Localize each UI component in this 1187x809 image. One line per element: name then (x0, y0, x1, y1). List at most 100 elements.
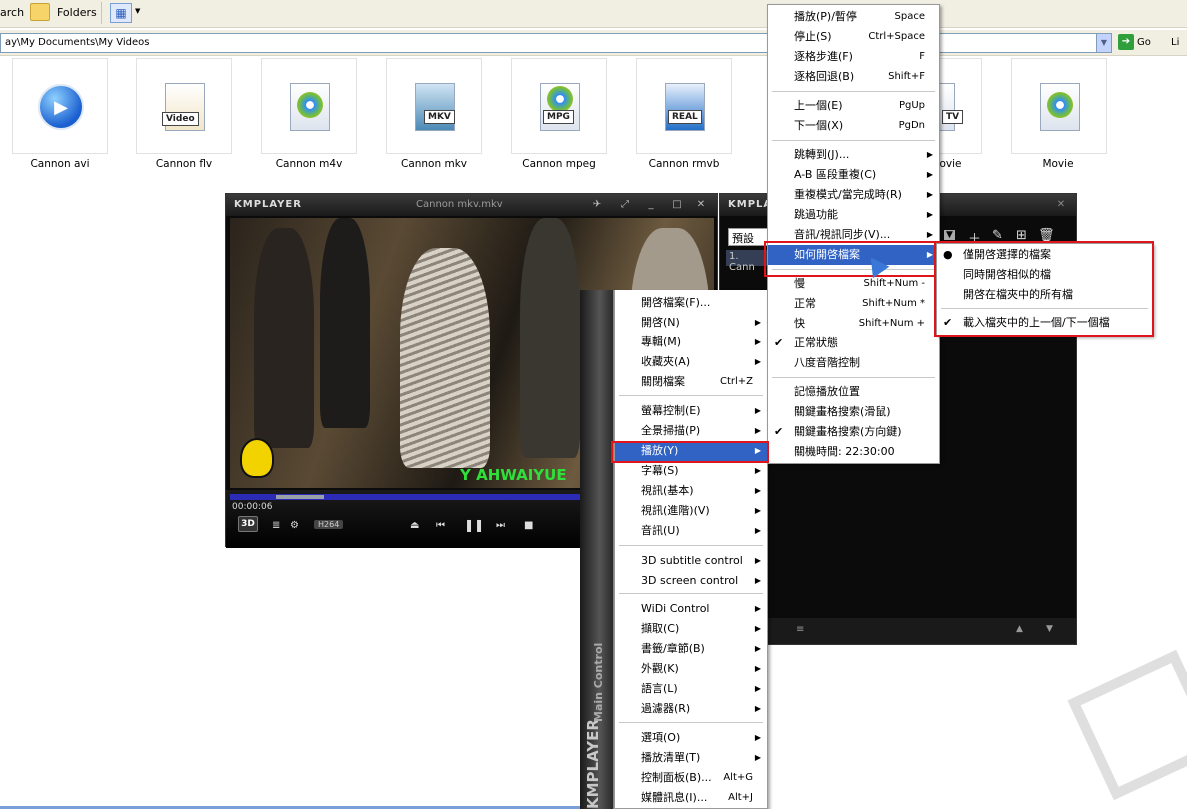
next-icon[interactable]: ⏭ (496, 520, 505, 531)
main-menu-item[interactable]: 過濾器(R) ▶ (615, 699, 767, 719)
main-menu-item[interactable]: 音訊(U) ▶ (615, 521, 767, 541)
go-button[interactable]: ➔ Go (1118, 34, 1151, 50)
main-menu-item[interactable]: 擷取(C) ▶ (615, 619, 767, 639)
play-menu-item-label: 關機時間: 22:30:00 (794, 445, 895, 458)
pin-icon[interactable]: ✈ (590, 198, 604, 212)
chevron-down-icon[interactable]: ▼ (135, 7, 140, 15)
play-menu-item[interactable]: 關鍵畫格搜索(滑鼠) (768, 402, 939, 422)
main-menu-item[interactable]: 語言(L) ▶ (615, 679, 767, 699)
play-menu-item[interactable]: 跳過功能 ▶ (768, 205, 939, 225)
play-menu-item[interactable]: 播放(P)/暫停 Space (768, 7, 939, 27)
main-menu-item[interactable]: 全景掃描(P) ▶ (615, 421, 767, 441)
file-label[interactable]: Cannon flv (124, 158, 244, 170)
links-label[interactable]: Li (1171, 37, 1179, 48)
main-menu-item-label: 專輯(M) (641, 335, 682, 348)
move-down-icon[interactable]: ▼ (1046, 624, 1053, 634)
play-menu-item[interactable]: ✔ 關鍵畫格搜索(方向鍵) (768, 422, 939, 442)
main-menu-item[interactable]: 選項(O) ▶ (615, 728, 767, 748)
address-input[interactable]: ay\My Documents\My Videos (0, 33, 1112, 53)
address-dropdown-icon[interactable]: ▼ (1096, 33, 1112, 53)
file-thumbnail[interactable]: MKV (386, 58, 482, 154)
main-menu-item[interactable]: 字幕(S) ▶ (615, 461, 767, 481)
file-thumbnail[interactable]: Video (136, 58, 232, 154)
file-label[interactable]: Movie (998, 158, 1118, 170)
kmplayer-logo: KMPLAYER (234, 199, 302, 210)
gear-icon[interactable]: ⚙ (290, 520, 299, 531)
main-control-caption: Main Control (592, 642, 605, 722)
playlist-toggle-icon[interactable]: ≣ (272, 520, 280, 531)
submenu-arrow-icon: ▶ (754, 556, 761, 565)
eject-icon[interactable]: ⏏ (410, 520, 419, 531)
search-button[interactable]: arch (0, 6, 24, 19)
folders-button[interactable]: Folders (57, 6, 97, 19)
play-menu-item[interactable]: 上一個(E) PgUp (768, 96, 939, 116)
play-menu-item[interactable]: 關機時間: 22:30:00 (768, 442, 939, 462)
main-menu-item[interactable]: WiDi Control ▶ (615, 599, 767, 619)
stop-icon[interactable]: ■ (524, 520, 533, 531)
file-label[interactable]: Cannon rmvb (624, 158, 744, 170)
file-thumbnail[interactable] (261, 58, 357, 154)
main-menu-item-label: 螢幕控制(E) (641, 404, 701, 417)
main-menu-item[interactable]: 媒體訊息(I)... Alt+J (615, 788, 767, 808)
play-menu-item[interactable]: 正常 Shift+Num * (768, 294, 939, 314)
play-menu-item[interactable]: ✔ 正常狀態 (768, 333, 939, 353)
file-thumbnail[interactable] (1011, 58, 1107, 154)
file-thumbnail[interactable]: ▶ (12, 58, 108, 154)
play-menu-item[interactable]: 下一個(X) PgDn (768, 116, 939, 136)
previous-icon[interactable]: ⏮ (436, 520, 445, 531)
main-menu-item[interactable]: 收藏夾(A) ▶ (615, 352, 767, 372)
play-menu-item[interactable]: 跳轉到(J)... ▶ (768, 145, 939, 165)
main-menu-item[interactable]: 視訊(進階)(V) ▶ (615, 501, 767, 521)
file-thumbnail[interactable]: MPG (511, 58, 607, 154)
move-up-icon[interactable]: ▲ (1016, 624, 1023, 634)
preset-dropdown-icon[interactable]: ▼ (944, 230, 955, 240)
preset-select[interactable]: 預設 (728, 228, 768, 246)
file-label[interactable]: Cannon mpeg (499, 158, 619, 170)
file-label[interactable]: Cannon avi (0, 158, 120, 170)
main-menu-item[interactable]: 開啓檔案(F)... (615, 293, 767, 313)
views-icon[interactable]: ▦ (110, 3, 132, 23)
highlight-box (934, 241, 1154, 337)
main-menu-item[interactable]: 3D screen control ▶ (615, 571, 767, 591)
play-menu-item[interactable]: 快 Shift+Num + (768, 314, 939, 334)
play-menu-item-label: 關鍵畫格搜索(滑鼠) (794, 405, 891, 418)
play-menu-item[interactable]: A-B 區段重複(C) ▶ (768, 165, 939, 185)
minimize-icon[interactable]: _ (644, 198, 658, 212)
close-icon[interactable]: ✕ (1054, 198, 1068, 212)
main-menu-item[interactable]: 專輯(M) ▶ (615, 332, 767, 352)
main-menu-item[interactable]: 視訊(基本) ▶ (615, 481, 767, 501)
main-menu-item[interactable]: 播放清單(T) ▶ (615, 748, 767, 768)
list-options-icon[interactable]: ≡ (796, 624, 804, 635)
submenu-arrow-icon: ▶ (754, 624, 761, 633)
play-menu-item[interactable]: 逐格回退(B) Shift+F (768, 67, 939, 87)
play-menu-item[interactable]: 重複模式/當完成時(R) ▶ (768, 185, 939, 205)
pause-icon[interactable]: ❚❚ (464, 518, 484, 532)
submenu-arrow-icon: ▶ (754, 604, 761, 613)
shortcut-label: F (919, 51, 925, 62)
maximize-icon[interactable]: □ (670, 198, 684, 212)
submenu-arrow-icon: ▶ (754, 406, 761, 415)
restore-icon[interactable]: ⤢ (618, 198, 632, 212)
submenu-arrow-icon: ▶ (754, 733, 761, 742)
shortcut-label: Shift+F (888, 71, 925, 82)
play-menu-item[interactable]: 慢 Shift+Num - (768, 274, 939, 294)
play-menu-item[interactable]: 記憶播放位置 (768, 382, 939, 402)
play-menu-item[interactable]: 停止(S) Ctrl+Space (768, 27, 939, 47)
play-menu-item[interactable]: 八度音階控制 (768, 353, 939, 373)
main-menu-item[interactable]: 螢幕控制(E) ▶ (615, 401, 767, 421)
close-icon[interactable]: ✕ (694, 198, 708, 212)
play-menu-item-label: 停止(S) (794, 30, 832, 43)
file-label[interactable]: Cannon m4v (249, 158, 369, 170)
main-menu-item[interactable]: 書籤/章節(B) ▶ (615, 639, 767, 659)
main-menu-item[interactable]: 開啓(N) ▶ (615, 313, 767, 333)
main-menu-item[interactable]: 關閉檔案 Ctrl+Z (615, 372, 767, 392)
file-label[interactable]: Cannon mkv (374, 158, 494, 170)
3d-button[interactable]: 3D (238, 516, 258, 532)
main-menu-item-label: 音訊(U) (641, 524, 680, 537)
file-thumbnail[interactable]: REAL (636, 58, 732, 154)
play-menu-item[interactable]: 逐格步進(F) F (768, 47, 939, 67)
main-menu-item[interactable]: 3D subtitle control ▶ (615, 551, 767, 571)
main-menu-item[interactable]: 控制面板(B)... Alt+G (615, 768, 767, 788)
main-menu-item[interactable]: 外觀(K) ▶ (615, 659, 767, 679)
kmplayer-titlebar[interactable]: KMPLAYER Cannon mkv.mkv ✈ ⤢ _ □ ✕ (226, 194, 717, 216)
